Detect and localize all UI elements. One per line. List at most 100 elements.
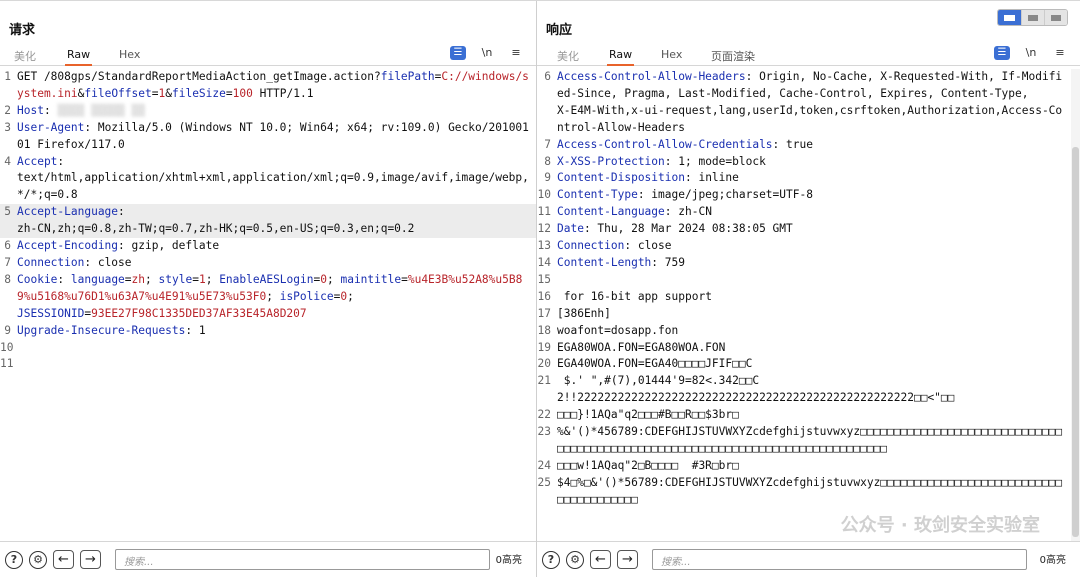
wrap-lines-icon[interactable]: ☰ (450, 46, 466, 60)
code-token: : zh-CN (664, 205, 712, 219)
show-newlines-icon[interactable]: \n (1023, 46, 1039, 60)
code-token: : gzip, deflate (118, 239, 220, 253)
code-token: Date (557, 222, 584, 236)
line-number: 7 (544, 137, 551, 151)
code-token: Content-Disposition (557, 171, 685, 185)
code-line: 4 Accept: text/html,application/xhtml+xml… (0, 154, 536, 205)
code-token: □□□w!1AQaq"2□B□□□□ #3R□br□ (557, 458, 739, 472)
code-text: □□□}!1AQa"q2□□□#B□□R□□$3br□ (557, 407, 1070, 424)
line-number: 13 (537, 239, 551, 253)
code-token: isPolice (279, 289, 334, 303)
code-token: GET /808gps/StandardReportMediaAction_ge… (17, 70, 381, 83)
code-token: Content-Length (557, 255, 652, 269)
code-token: : true (772, 137, 813, 151)
code-text: Cookie: language=zh; style=1; EnableAESL… (17, 272, 536, 323)
code-token: %&'()*456789:CDEFGHIJSTUVWXYZcdefghijstu… (557, 425, 1063, 455)
code-token: 0 (320, 272, 327, 286)
previous-arrow-icon[interactable]: ← (53, 550, 74, 569)
code-line: 3 User-Agent: Mozilla/5.0 (Windows NT 10.… (0, 120, 536, 154)
response-search-bar: ? ⚙ ← → 搜索... 0高亮 (537, 541, 1080, 577)
code-token: style (158, 272, 193, 286)
code-token: Content-Type (557, 188, 638, 202)
code-text: EGA40WOA.FON=EGA40□□□□JFIF□□C (557, 356, 1070, 373)
tab-hex[interactable]: Hex (117, 48, 142, 66)
code-token: $4□%□&'()*56789:CDEFGHIJSTUVWXYZcdefghij… (557, 475, 1063, 506)
next-arrow-icon[interactable]: → (617, 550, 638, 569)
tab-pretty[interactable]: 美化 (555, 48, 581, 66)
code-token: User-Agent (17, 120, 85, 134)
code-token: : (43, 103, 58, 117)
help-icon[interactable]: ? (542, 550, 560, 569)
code-line: 10 (0, 340, 536, 357)
code-line: 5 Accept-Language: zh-CN,zh;q=0.8,zh-TW;q… (0, 204, 536, 239)
code-line: 12 Date: Thu, 28 Mar 2024 08:38:05 GMT (537, 221, 1070, 238)
wrap-lines-icon[interactable]: ☰ (994, 46, 1010, 60)
next-arrow-icon[interactable]: → (80, 550, 101, 569)
code-text: Access-Control-Allow-Credentials: true (557, 137, 1070, 154)
code-line: 8 Cookie: language=zh; style=1; EnableAES… (0, 272, 536, 323)
code-text: Upgrade-Insecure-Requests: 1 (17, 323, 536, 340)
line-number: 11 (0, 357, 14, 371)
help-icon[interactable]: ? (5, 550, 23, 569)
watermark: 公众号 · 玫剑安全实验室 (840, 515, 1040, 536)
show-newlines-icon[interactable]: \n (479, 46, 495, 60)
response-search-input[interactable]: 搜索... (652, 549, 1027, 570)
code-line: 7 Connection: close (0, 255, 536, 272)
code-token: JSESSIONID (17, 306, 85, 320)
code-text: GET /808gps/StandardReportMediaAction_ge… (17, 69, 536, 103)
code-line: 23 %&'()*456789:CDEFGHIJSTUVWXYZcdefghijs… (537, 424, 1070, 458)
code-token: [386Enh] (557, 306, 611, 320)
layout-split-horizontal-icon[interactable] (998, 10, 1021, 25)
tab-raw[interactable]: Raw (65, 48, 93, 66)
code-line: 7 Access-Control-Allow-Credentials: true (537, 137, 1070, 154)
menu-icon[interactable]: ≡ (1052, 46, 1068, 60)
code-token: Access-Control-Allow-Headers (557, 70, 746, 83)
tab-render[interactable]: 页面渲染 (709, 48, 757, 66)
response-editor[interactable]: 6 Access-Control-Allow-Headers: Origin, N… (537, 69, 1070, 541)
code-token: language (70, 272, 125, 286)
code-text: Connection: close (17, 255, 536, 272)
line-number: 5 (4, 205, 11, 219)
code-token: : close (624, 239, 672, 253)
code-token: EnableAESLogin (219, 272, 314, 286)
scrollbar-thumb[interactable] (1072, 147, 1079, 537)
layout-tabs-icon[interactable] (1044, 10, 1067, 25)
tab-pretty[interactable]: 美化 (12, 48, 38, 66)
line-number: 4 (4, 154, 11, 168)
code-text: User-Agent: Mozilla/5.0 (Windows NT 10.0… (17, 120, 536, 154)
code-token: 100 (232, 86, 253, 100)
previous-arrow-icon[interactable]: ← (590, 550, 611, 569)
code-token: for 16-bit app support (557, 289, 712, 303)
line-number: 25 (537, 475, 551, 489)
request-editor[interactable]: 1 GET /808gps/StandardReportMediaAction_g… (0, 69, 536, 541)
line-number: 14 (537, 255, 551, 269)
line-number: 10 (0, 340, 14, 354)
code-token: ; (145, 272, 159, 286)
settings-gear-icon[interactable]: ⚙ (566, 550, 584, 569)
code-token: = (225, 86, 233, 100)
code-token: = (401, 272, 408, 286)
line-number: 20 (537, 357, 551, 371)
response-title: 响应 (546, 23, 573, 38)
code-token: Accept-Encoding (17, 239, 119, 253)
code-token: = (124, 272, 132, 286)
settings-gear-icon[interactable]: ⚙ (29, 550, 47, 569)
line-number: 15 (537, 272, 551, 286)
response-scrollbar[interactable] (1071, 69, 1080, 541)
menu-icon[interactable]: ≡ (508, 46, 524, 60)
line-number: 23 (537, 425, 551, 439)
code-line: 6 Access-Control-Allow-Headers: Origin, N… (537, 69, 1070, 137)
layout-split-vertical-icon[interactable] (1021, 10, 1044, 25)
request-pane: 请求 美化 Raw Hex ☰ \n ≡ 1 GET /808gps/Standa… (0, 1, 537, 577)
line-number: 11 (537, 205, 551, 219)
tab-hex[interactable]: Hex (659, 48, 684, 66)
line-number: 24 (537, 458, 551, 472)
line-number: 10 (537, 188, 551, 202)
tab-raw[interactable]: Raw (607, 48, 635, 66)
request-tools: ☰ \n ≡ (450, 46, 524, 60)
code-text: $4□%□&'()*56789:CDEFGHIJSTUVWXYZcdefghij… (557, 475, 1070, 509)
code-token: □□□}!1AQa"q2□□□#B□□R□□$3br□ (557, 408, 739, 422)
layout-switch (997, 9, 1068, 26)
request-search-input[interactable]: 搜索... (115, 549, 490, 570)
code-text: Connection: close (557, 238, 1070, 255)
